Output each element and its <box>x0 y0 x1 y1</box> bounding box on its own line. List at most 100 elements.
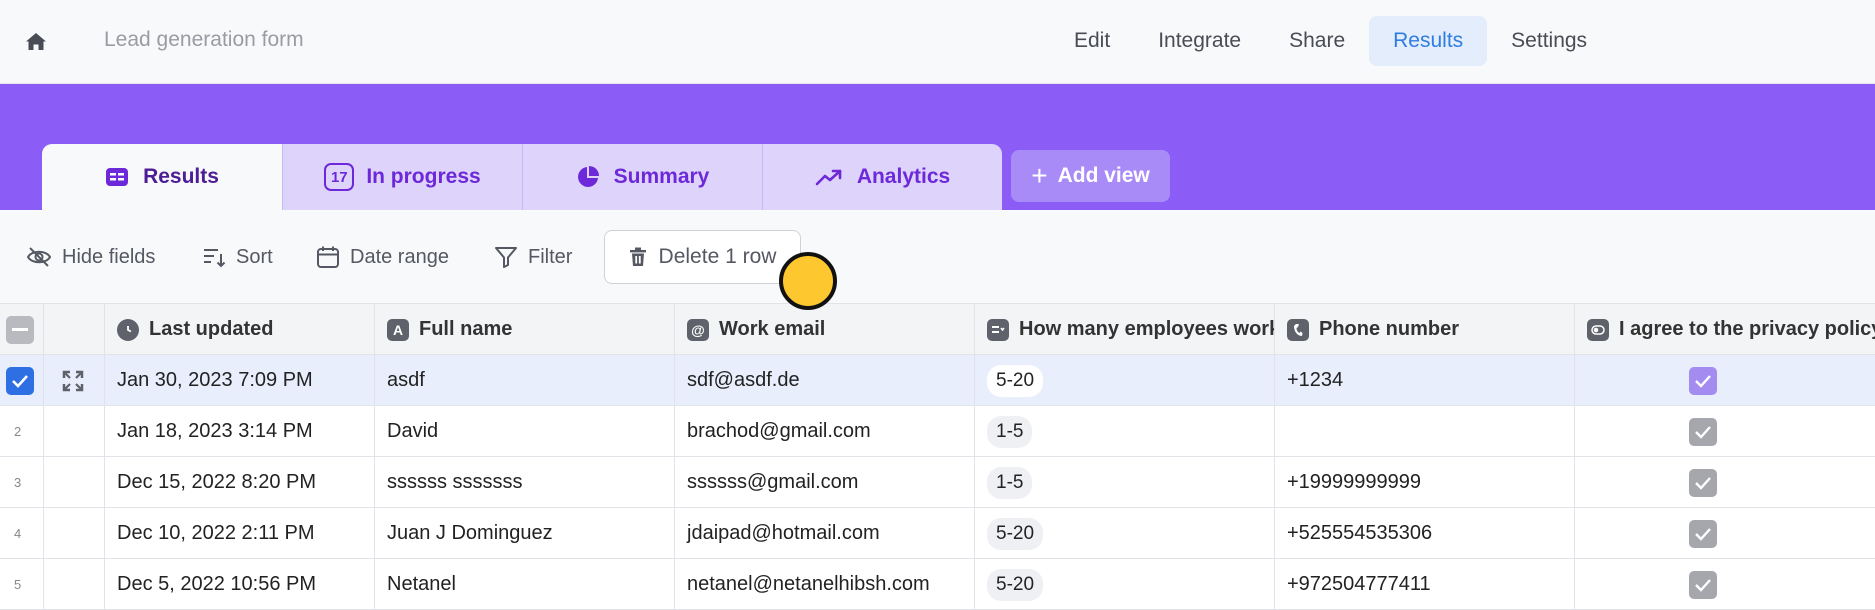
col-phone-number-label: Phone number <box>1319 318 1460 340</box>
delete-rows-button[interactable]: Delete 1 row <box>604 230 801 284</box>
nav-share[interactable]: Share <box>1265 16 1369 66</box>
expand-row-cell <box>44 559 105 610</box>
cell-privacy-policy[interactable] <box>1575 406 1875 457</box>
cell-full-name[interactable]: ssssss sssssss <box>375 457 675 508</box>
table-row[interactable]: 5 Dec 5, 2022 10:56 PM Netanel netanel@n… <box>0 559 1875 610</box>
row-number: 3 <box>0 457 44 508</box>
cell-full-name[interactable]: Juan J Dominguez <box>375 508 675 559</box>
cell-last-updated[interactable]: Jan 18, 2023 3:14 PM <box>105 406 375 457</box>
cell-phone-number[interactable]: +972504777411 <box>1275 559 1575 610</box>
cell-phone-number[interactable] <box>1275 406 1575 457</box>
eye-off-icon <box>26 247 52 267</box>
cell-full-name[interactable]: David <box>375 406 675 457</box>
cell-full-name[interactable]: Netanel <box>375 559 675 610</box>
text-icon: A <box>387 318 409 341</box>
tab-summary[interactable]: Summary <box>523 144 763 210</box>
nav-results[interactable]: Results <box>1369 16 1488 66</box>
cell-work-email[interactable]: sdf@asdf.de <box>675 355 975 406</box>
privacy-checkbox <box>1689 570 1717 599</box>
employees-badge: 5-20 <box>987 364 1044 397</box>
nav-integrate[interactable]: Integrate <box>1134 16 1265 66</box>
tab-analytics[interactable]: Analytics <box>763 144 1002 210</box>
cell-phone-number[interactable]: +1234 <box>1275 355 1575 406</box>
expand-row-cell <box>44 457 105 508</box>
employees-badge: 1-5 <box>987 466 1033 499</box>
col-last-updated[interactable]: Last updated <box>105 304 375 355</box>
table-row[interactable]: Jan 30, 2023 7:09 PM asdf sdf@asdf.de 5-… <box>0 355 1875 406</box>
toggle-icon <box>1587 318 1609 341</box>
cell-last-updated[interactable]: Dec 10, 2022 2:11 PM <box>105 508 375 559</box>
tab-in-progress[interactable]: 17 In progress <box>283 144 523 210</box>
cell-employees[interactable]: 5-20 <box>975 508 1275 559</box>
col-full-name[interactable]: A Full name <box>375 304 675 355</box>
expand-header-cell <box>44 304 105 355</box>
nav-settings[interactable]: Settings <box>1487 16 1611 66</box>
select-all-checkbox[interactable] <box>6 315 34 344</box>
sort-button[interactable]: Sort <box>202 242 273 272</box>
col-full-name-label: Full name <box>419 318 513 340</box>
cell-privacy-policy[interactable] <box>1575 355 1875 406</box>
tab-results[interactable]: Results <box>42 144 283 210</box>
employees-badge: 5-20 <box>987 517 1044 550</box>
col-work-email[interactable]: @ Work email <box>675 304 975 355</box>
trash-icon <box>629 247 646 266</box>
add-view-label: Add view <box>1057 164 1150 187</box>
add-view-button[interactable]: + Add view <box>1011 150 1170 202</box>
table-row[interactable]: 4 Dec 10, 2022 2:11 PM Juan J Dominguez … <box>0 508 1875 559</box>
privacy-checkbox <box>1689 366 1717 395</box>
home-icon[interactable] <box>24 30 48 54</box>
filter-icon <box>495 247 517 268</box>
cell-work-email[interactable]: brachod@gmail.com <box>675 406 975 457</box>
clock-icon <box>117 318 139 341</box>
sort-label: Sort <box>236 245 273 268</box>
form-title: Lead generation form <box>104 28 304 51</box>
privacy-checkbox <box>1689 417 1717 446</box>
cell-employees[interactable]: 1-5 <box>975 457 1275 508</box>
cell-employees[interactable]: 5-20 <box>975 559 1275 610</box>
cell-work-email[interactable]: jdaipad@hotmail.com <box>675 508 975 559</box>
cell-last-updated[interactable]: Jan 30, 2023 7:09 PM <box>105 355 375 406</box>
select-all-cell <box>0 304 44 355</box>
cell-phone-number[interactable]: +525554535306 <box>1275 508 1575 559</box>
col-phone-number[interactable]: Phone number <box>1275 304 1575 355</box>
expand-row-cell <box>44 406 105 457</box>
row-number: 2 <box>0 406 44 457</box>
filter-button[interactable]: Filter <box>494 242 572 272</box>
at-icon: @ <box>687 318 709 341</box>
expand-row-cell <box>44 355 105 406</box>
nav-edit[interactable]: Edit <box>1050 16 1134 66</box>
employees-badge: 5-20 <box>987 568 1044 601</box>
cell-employees[interactable]: 5-20 <box>975 355 1275 406</box>
cell-privacy-policy[interactable] <box>1575 508 1875 559</box>
cell-phone-number[interactable]: +19999999999 <box>1275 457 1575 508</box>
expand-icon[interactable] <box>62 370 84 392</box>
table-row[interactable]: 2 Jan 18, 2023 3:14 PM David brachod@gma… <box>0 406 1875 457</box>
col-employees-label: How many employees work <box>1019 318 1275 340</box>
cursor-indicator <box>779 252 837 310</box>
col-employees[interactable]: How many employees work <box>975 304 1275 355</box>
dropdown-icon <box>987 318 1009 341</box>
hide-fields-label: Hide fields <box>62 245 156 268</box>
cell-employees[interactable]: 1-5 <box>975 406 1275 457</box>
filter-label: Filter <box>528 245 573 268</box>
hide-fields-button[interactable]: Hide fields <box>26 242 155 272</box>
cell-full-name[interactable]: asdf <box>375 355 675 406</box>
cell-work-email[interactable]: netanel@netanelhibsh.com <box>675 559 975 610</box>
cell-work-email[interactable]: ssssss@gmail.com <box>675 457 975 508</box>
employees-badge: 1-5 <box>987 415 1033 448</box>
cell-last-updated[interactable]: Dec 5, 2022 10:56 PM <box>105 559 375 610</box>
cell-privacy-policy[interactable] <box>1575 559 1875 610</box>
cell-privacy-policy[interactable] <box>1575 457 1875 508</box>
table-row[interactable]: 3 Dec 15, 2022 8:20 PM ssssss sssssss ss… <box>0 457 1875 508</box>
count-badge-icon: 17 <box>324 163 355 191</box>
delete-rows-label: Delete 1 row <box>658 245 777 268</box>
col-privacy-policy[interactable]: I agree to the privacy policy <box>1575 304 1875 355</box>
tab-analytics-label: Analytics <box>856 165 951 188</box>
top-bar: Lead generation form Edit Integrate Shar… <box>0 0 1875 84</box>
table-header-row: Last updated A Full name @ Work email Ho… <box>0 304 1875 355</box>
cell-last-updated[interactable]: Dec 15, 2022 8:20 PM <box>105 457 375 508</box>
row-checkbox[interactable] <box>6 366 34 395</box>
date-range-button[interactable]: Date range <box>316 242 449 272</box>
expand-row-cell <box>44 508 105 559</box>
col-work-email-label: Work email <box>719 318 826 340</box>
